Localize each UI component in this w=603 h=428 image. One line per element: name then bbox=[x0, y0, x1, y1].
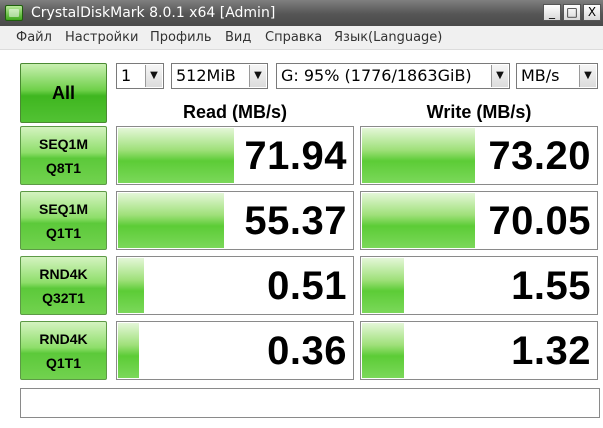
write-value: 73.20 bbox=[488, 134, 591, 178]
chevron-down-icon: ▼ bbox=[249, 65, 266, 87]
chevron-down-icon: ▼ bbox=[491, 65, 508, 87]
window-title: CrystalDiskMark 8.0.1 x64 [Admin] bbox=[31, 5, 276, 21]
menu-bar: Файл Настройки Профиль Вид Справка Язык(… bbox=[0, 26, 603, 50]
chevron-down-icon: ▼ bbox=[145, 65, 162, 87]
write-header: Write (MB/s) bbox=[426, 102, 532, 122]
app-icon bbox=[5, 5, 23, 21]
read-value: 0.36 bbox=[267, 329, 347, 373]
comment-input[interactable] bbox=[20, 388, 600, 418]
write-result-cell: 1.32 bbox=[360, 321, 598, 380]
write-progress-bar bbox=[362, 193, 476, 248]
minimize-button[interactable]: _ bbox=[543, 4, 561, 21]
read-value: 0.51 bbox=[267, 264, 347, 308]
read-progress-bar bbox=[118, 323, 140, 378]
read-progress-bar bbox=[118, 128, 234, 183]
size-select[interactable]: 512MiB ▼ bbox=[171, 63, 268, 89]
read-result-cell: 0.51 bbox=[116, 256, 354, 315]
maximize-button[interactable]: □ bbox=[563, 4, 581, 21]
main-panel: All 1 ▼ 512MiB ▼ G: 95% (1776/1863GiB) ▼… bbox=[0, 50, 603, 428]
size-value: 512MiB bbox=[176, 66, 236, 85]
write-progress-bar bbox=[362, 258, 405, 313]
read-progress-bar bbox=[118, 258, 144, 313]
menu-profile[interactable]: Профиль bbox=[150, 30, 212, 45]
test-name: SEQ1M bbox=[38, 200, 88, 217]
read-progress-bar bbox=[118, 193, 225, 248]
read-result-cell: 0.36 bbox=[116, 321, 354, 380]
menu-file[interactable]: Файл bbox=[16, 30, 52, 45]
test-button-seq1m-q8t1[interactable]: SEQ1M Q8T1 bbox=[20, 126, 107, 185]
test-params: Q1T1 bbox=[45, 354, 81, 371]
menu-language[interactable]: Язык(Language) bbox=[334, 30, 442, 45]
drive-value: G: 95% (1776/1863GiB) bbox=[281, 66, 472, 85]
read-result-cell: 71.94 bbox=[116, 126, 354, 185]
test-name: RND4K bbox=[39, 265, 88, 282]
test-button-rnd4k-q32t1[interactable]: RND4K Q32T1 bbox=[20, 256, 107, 315]
read-header: Read (MB/s) bbox=[182, 102, 287, 122]
unit-value: MB/s bbox=[521, 66, 560, 85]
read-value: 71.94 bbox=[244, 134, 347, 178]
write-value: 70.05 bbox=[488, 199, 591, 243]
test-params: Q32T1 bbox=[42, 289, 85, 306]
chevron-down-icon: ▼ bbox=[579, 65, 596, 87]
write-progress-bar bbox=[362, 323, 405, 378]
test-params: Q8T1 bbox=[45, 159, 81, 176]
test-button-rnd4k-q1t1[interactable]: RND4K Q1T1 bbox=[20, 321, 107, 380]
write-result-cell: 70.05 bbox=[360, 191, 598, 250]
write-result-cell: 1.55 bbox=[360, 256, 598, 315]
write-value: 1.32 bbox=[511, 329, 591, 373]
unit-select[interactable]: MB/s ▼ bbox=[516, 63, 598, 89]
count-select[interactable]: 1 ▼ bbox=[116, 63, 164, 89]
test-params: Q1T1 bbox=[45, 224, 81, 241]
close-button[interactable]: X bbox=[583, 4, 601, 21]
title-bar: CrystalDiskMark 8.0.1 x64 [Admin] _ □ X bbox=[0, 0, 603, 26]
menu-view[interactable]: Вид bbox=[225, 30, 251, 45]
read-result-cell: 55.37 bbox=[116, 191, 354, 250]
test-name: RND4K bbox=[39, 330, 88, 347]
drive-select[interactable]: G: 95% (1776/1863GiB) ▼ bbox=[276, 63, 510, 89]
count-value: 1 bbox=[121, 66, 132, 85]
write-value: 1.55 bbox=[511, 264, 591, 308]
write-progress-bar bbox=[362, 128, 476, 183]
test-name: SEQ1M bbox=[38, 135, 88, 152]
test-button-seq1m-q1t1[interactable]: SEQ1M Q1T1 bbox=[20, 191, 107, 250]
write-result-cell: 73.20 bbox=[360, 126, 598, 185]
menu-help[interactable]: Справка bbox=[265, 30, 322, 45]
read-value: 55.37 bbox=[244, 199, 347, 243]
menu-settings[interactable]: Настройки bbox=[65, 30, 138, 45]
all-button[interactable]: All bbox=[20, 63, 107, 123]
